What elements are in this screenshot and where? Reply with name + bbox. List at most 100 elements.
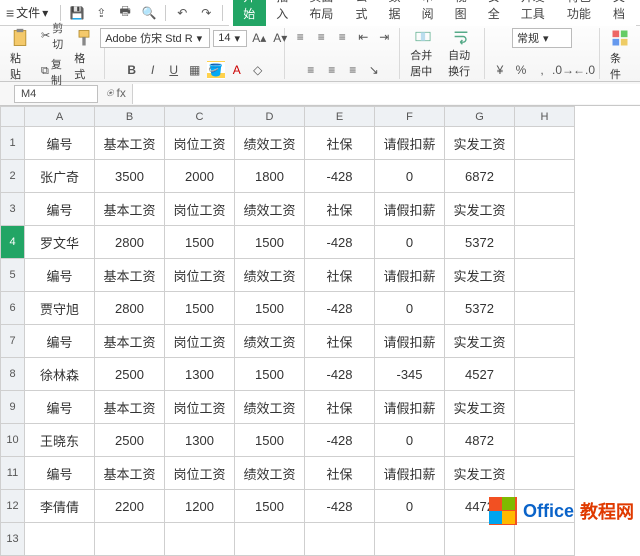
fill-color-button[interactable]: 🪣: [207, 61, 225, 79]
tab-9[interactable]: 特色功能: [557, 0, 603, 26]
cell-F9[interactable]: 请假扣薪: [375, 391, 445, 424]
cell-C5[interactable]: 岗位工资: [165, 259, 235, 292]
col-header-D[interactable]: D: [235, 107, 305, 127]
cell-F7[interactable]: 请假扣薪: [375, 325, 445, 358]
align-top-icon[interactable]: ≡: [291, 28, 309, 46]
currency-icon[interactable]: ¥: [491, 61, 509, 79]
cell-B13[interactable]: [95, 523, 165, 556]
cell-H5[interactable]: [515, 259, 575, 292]
cell-E7[interactable]: 社保: [305, 325, 375, 358]
cell-D7[interactable]: 绩效工资: [235, 325, 305, 358]
row-header-6[interactable]: 6: [1, 292, 25, 325]
cell-B4[interactable]: 2800: [95, 226, 165, 259]
fx-icon[interactable]: ⍟ fx: [100, 86, 132, 101]
clear-format-button[interactable]: ◇: [249, 61, 267, 79]
cell-B7[interactable]: 基本工资: [95, 325, 165, 358]
cell-G9[interactable]: 实发工资: [445, 391, 515, 424]
cell-D3[interactable]: 绩效工资: [235, 193, 305, 226]
cell-A9[interactable]: 编号: [25, 391, 95, 424]
select-all-corner[interactable]: [1, 107, 25, 127]
col-header-B[interactable]: B: [95, 107, 165, 127]
cell-B5[interactable]: 基本工资: [95, 259, 165, 292]
cell-G1[interactable]: 实发工资: [445, 127, 515, 160]
cell-G7[interactable]: 实发工资: [445, 325, 515, 358]
col-header-G[interactable]: G: [445, 107, 515, 127]
col-header-A[interactable]: A: [25, 107, 95, 127]
name-box[interactable]: M4: [14, 85, 98, 103]
cell-C2[interactable]: 2000: [165, 160, 235, 193]
cell-B2[interactable]: 3500: [95, 160, 165, 193]
cell-E1[interactable]: 社保: [305, 127, 375, 160]
cell-H4[interactable]: [515, 226, 575, 259]
cell-G2[interactable]: 6872: [445, 160, 515, 193]
cell-D11[interactable]: 绩效工资: [235, 457, 305, 490]
cell-C12[interactable]: 1200: [165, 490, 235, 523]
cell-C6[interactable]: 1500: [165, 292, 235, 325]
tab-3[interactable]: 公式: [345, 0, 378, 26]
number-format-select[interactable]: 常规 ▾: [512, 28, 572, 48]
grow-font-icon[interactable]: A▴: [250, 29, 268, 47]
font-size-select[interactable]: 14 ▾: [213, 30, 247, 47]
wrap-button[interactable]: 自动换行: [444, 28, 478, 79]
row-header-7[interactable]: 7: [1, 325, 25, 358]
dec-inc-icon[interactable]: .0→: [554, 61, 572, 79]
save-icon[interactable]: 💾: [67, 3, 87, 23]
cell-F1[interactable]: 请假扣薪: [375, 127, 445, 160]
cell-G13[interactable]: [445, 523, 515, 556]
tab-10[interactable]: 文档: [603, 0, 636, 26]
undo-icon[interactable]: ↶: [172, 3, 192, 23]
cell-A12[interactable]: 李倩倩: [25, 490, 95, 523]
font-name-select[interactable]: Adobe 仿宋 Std R ▾: [100, 28, 210, 48]
comma-icon[interactable]: ,: [533, 61, 551, 79]
cell-C3[interactable]: 岗位工资: [165, 193, 235, 226]
cell-B6[interactable]: 2800: [95, 292, 165, 325]
col-header-F[interactable]: F: [375, 107, 445, 127]
cell-E10[interactable]: -428: [305, 424, 375, 457]
formula-input[interactable]: [132, 84, 640, 104]
cell-G3[interactable]: 实发工资: [445, 193, 515, 226]
cell-C4[interactable]: 1500: [165, 226, 235, 259]
row-header-4[interactable]: 4: [1, 226, 25, 259]
cell-A2[interactable]: 张广奇: [25, 160, 95, 193]
cell-E12[interactable]: -428: [305, 490, 375, 523]
percent-icon[interactable]: %: [512, 61, 530, 79]
merge-button[interactable]: 合并居中: [406, 28, 440, 79]
cell-F3[interactable]: 请假扣薪: [375, 193, 445, 226]
cell-F10[interactable]: 0: [375, 424, 445, 457]
cell-A13[interactable]: [25, 523, 95, 556]
cell-E13[interactable]: [305, 523, 375, 556]
cell-H8[interactable]: [515, 358, 575, 391]
cell-B10[interactable]: 2500: [95, 424, 165, 457]
cell-H12[interactable]: [515, 490, 575, 523]
row-header-8[interactable]: 8: [1, 358, 25, 391]
cell-H1[interactable]: [515, 127, 575, 160]
cell-B11[interactable]: 基本工资: [95, 457, 165, 490]
align-center-icon[interactable]: ≡: [323, 61, 341, 79]
cell-B8[interactable]: 2500: [95, 358, 165, 391]
align-left-icon[interactable]: ≡: [302, 61, 320, 79]
col-header-C[interactable]: C: [165, 107, 235, 127]
cell-C7[interactable]: 岗位工资: [165, 325, 235, 358]
tab-6[interactable]: 视图: [445, 0, 478, 26]
indent-inc-icon[interactable]: ⇥: [375, 28, 393, 46]
cell-G6[interactable]: 5372: [445, 292, 515, 325]
cell-H7[interactable]: [515, 325, 575, 358]
row-header-11[interactable]: 11: [1, 457, 25, 490]
align-bottom-icon[interactable]: ≡: [333, 28, 351, 46]
cell-F13[interactable]: [375, 523, 445, 556]
cell-B12[interactable]: 2200: [95, 490, 165, 523]
row-header-2[interactable]: 2: [1, 160, 25, 193]
cell-C10[interactable]: 1300: [165, 424, 235, 457]
cell-E2[interactable]: -428: [305, 160, 375, 193]
cell-A7[interactable]: 编号: [25, 325, 95, 358]
bold-button[interactable]: B: [123, 61, 141, 79]
tab-4[interactable]: 数据: [379, 0, 412, 26]
cell-F2[interactable]: 0: [375, 160, 445, 193]
row-header-10[interactable]: 10: [1, 424, 25, 457]
cell-E4[interactable]: -428: [305, 226, 375, 259]
cell-F6[interactable]: 0: [375, 292, 445, 325]
cell-D8[interactable]: 1500: [235, 358, 305, 391]
cell-F5[interactable]: 请假扣薪: [375, 259, 445, 292]
cell-D12[interactable]: 1500: [235, 490, 305, 523]
cell-D4[interactable]: 1500: [235, 226, 305, 259]
